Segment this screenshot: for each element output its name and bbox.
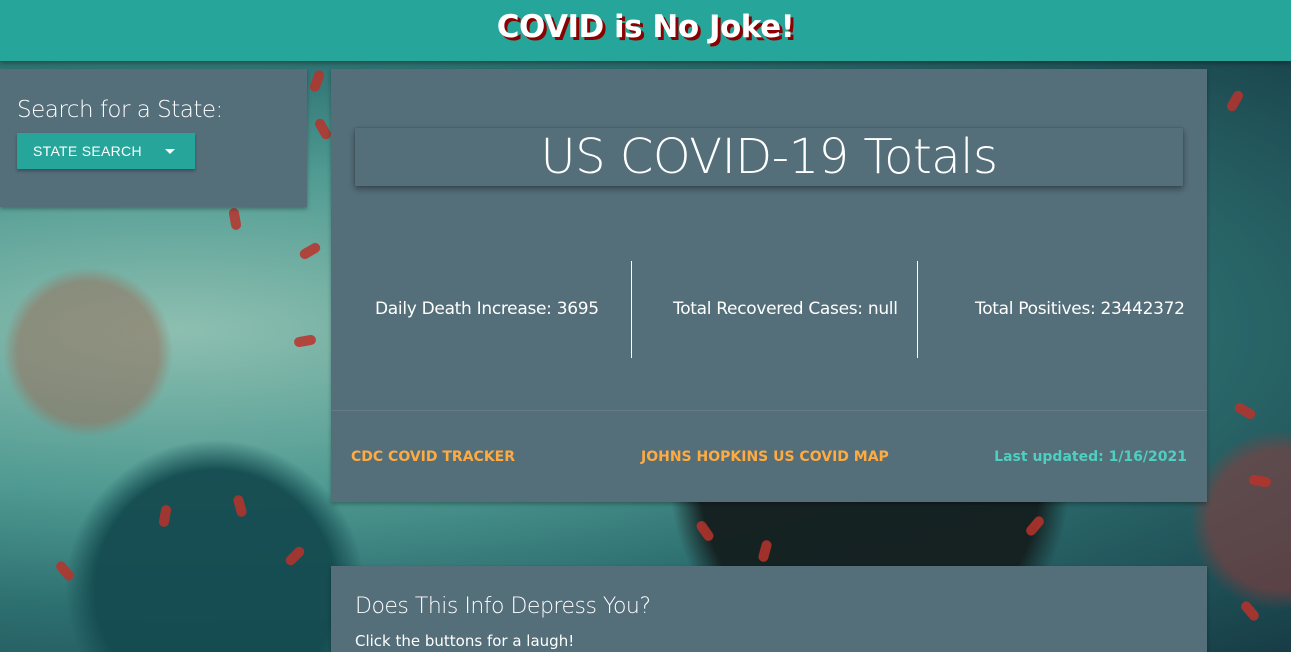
us-totals-card: US COVID-19 Totals Daily Death Increase:… [331, 69, 1207, 502]
joke-card: Does This Info Depress You? Click the bu… [331, 566, 1207, 652]
johns-hopkins-map-link[interactable]: JOHNS HOPKINS US COVID MAP [641, 449, 889, 465]
joke-card-title: Does This Info Depress You? [355, 594, 651, 619]
top-banner: COVID is No Joke! [0, 0, 1291, 61]
state-search-panel: Search for a State: STATE SEARCH [0, 69, 307, 207]
daily-death-increase-stat: Daily Death Increase: 3695 [375, 299, 599, 319]
state-search-dropdown-button[interactable]: STATE SEARCH [17, 133, 195, 169]
state-search-label: STATE SEARCH [33, 143, 142, 159]
total-positives-stat: Total Positives: 23442372 [975, 299, 1185, 319]
stat-divider [631, 261, 632, 358]
totals-title-bar: US COVID-19 Totals [355, 128, 1183, 186]
site-title: COVID is No Joke! [496, 8, 795, 45]
last-updated-text: Last updated: 1/16/2021 [994, 449, 1187, 465]
joke-card-subtitle: Click the buttons for a laugh! [355, 632, 575, 650]
caret-down-icon [165, 149, 175, 154]
total-recovered-stat: Total Recovered Cases: null [673, 299, 898, 319]
stat-divider [917, 261, 918, 358]
totals-title: US COVID-19 Totals [540, 129, 998, 185]
card-action-bar: CDC COVID TRACKER JOHNS HOPKINS US COVID… [331, 410, 1207, 502]
search-panel-title: Search for a State: [17, 97, 223, 123]
cdc-covid-tracker-link[interactable]: CDC COVID TRACKER [351, 449, 515, 465]
